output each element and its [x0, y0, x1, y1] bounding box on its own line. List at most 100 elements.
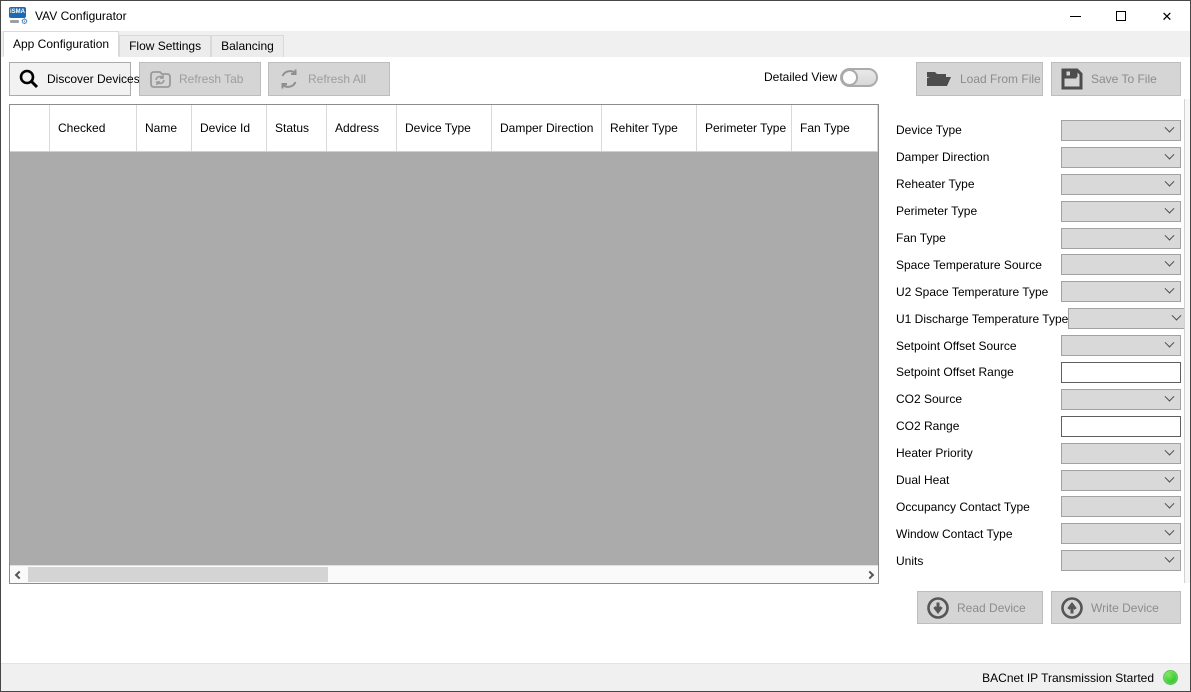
refresh-tab-label: Refresh Tab	[179, 72, 243, 86]
gear-icon: ⚙	[21, 18, 28, 26]
chevron-down-icon	[1165, 176, 1175, 186]
field-row-u2-space-temperature-type: U2 Space Temperature Type	[896, 278, 1181, 305]
units-dropdown[interactable]	[1061, 550, 1181, 571]
column-header-fan-type[interactable]: Fan Type	[792, 105, 878, 151]
column-header-status[interactable]: Status	[267, 105, 327, 151]
toggle-knob-icon	[841, 69, 858, 86]
u2-space-temperature-type-label: U2 Space Temperature Type	[896, 285, 1061, 299]
heater-priority-dropdown[interactable]	[1061, 443, 1181, 464]
field-row-setpoint-offset-range: Setpoint Offset Range	[896, 359, 1181, 386]
write-device-button[interactable]: Write Device	[1051, 591, 1181, 624]
window-controls: ✕	[1052, 1, 1190, 31]
setpoint-offset-range-input[interactable]	[1061, 362, 1181, 383]
chevron-down-icon	[1165, 257, 1175, 267]
search-icon	[18, 68, 40, 90]
refresh-all-icon	[277, 67, 301, 91]
scroll-right-button[interactable]	[861, 566, 878, 583]
chevron-down-icon	[1165, 472, 1175, 482]
u1-discharge-temperature-type-label: U1 Discharge Temperature Type	[896, 312, 1068, 326]
field-row-co2-source: CO2 Source	[896, 386, 1181, 413]
device-type-dropdown[interactable]	[1061, 120, 1181, 141]
discover-devices-button[interactable]: Discover Devices	[9, 62, 131, 96]
fan-type-label: Fan Type	[896, 231, 1061, 245]
app-icon-bar	[10, 20, 19, 23]
column-header-checked[interactable]: Checked	[50, 105, 137, 151]
close-icon: ✕	[1162, 10, 1173, 23]
column-header-name[interactable]: Name	[137, 105, 192, 151]
field-row-u1-discharge-temperature-type: U1 Discharge Temperature Type	[896, 305, 1181, 332]
occupancy-contact-type-dropdown[interactable]	[1061, 496, 1181, 517]
maximize-icon	[1116, 11, 1126, 21]
close-button[interactable]: ✕	[1144, 1, 1190, 31]
minimize-button[interactable]	[1052, 1, 1098, 31]
column-header-device-type[interactable]: Device Type	[397, 105, 492, 151]
discover-devices-label: Discover Devices	[47, 72, 140, 86]
column-header-device-id[interactable]: Device Id	[192, 105, 267, 151]
space-temperature-source-label: Space Temperature Source	[896, 258, 1061, 272]
reheater-type-dropdown[interactable]	[1061, 174, 1181, 195]
setpoint-offset-source-dropdown[interactable]	[1061, 335, 1181, 356]
horizontal-scrollbar[interactable]	[10, 565, 878, 583]
field-row-fan-type: Fan Type	[896, 225, 1181, 252]
chevron-down-icon	[1165, 553, 1175, 563]
perimeter-type-dropdown[interactable]	[1061, 201, 1181, 222]
co2-range-input[interactable]	[1061, 416, 1181, 437]
scrollbar-thumb[interactable]	[28, 567, 328, 582]
column-header-address[interactable]: Address	[327, 105, 397, 151]
chevron-left-icon	[14, 570, 22, 578]
column-header-perimeter-type[interactable]: Perimeter Type	[697, 105, 792, 151]
tab-app-configuration[interactable]: App Configuration	[3, 31, 119, 57]
tab-balancing[interactable]: Balancing	[211, 35, 284, 57]
u1-discharge-temperature-type-dropdown[interactable]	[1068, 308, 1188, 329]
status-ok-icon	[1163, 670, 1178, 685]
save-to-file-button[interactable]: Save To File	[1051, 62, 1181, 96]
u2-space-temperature-type-dropdown[interactable]	[1061, 281, 1181, 302]
save-icon	[1060, 68, 1084, 90]
dual-heat-label: Dual Heat	[896, 473, 1061, 487]
device-type-label: Device Type	[896, 123, 1061, 137]
refresh-tab-icon	[148, 69, 172, 89]
refresh-tab-button[interactable]: Refresh Tab	[139, 62, 261, 96]
field-row-dual-heat: Dual Heat	[896, 467, 1181, 494]
tab-flow-settings[interactable]: Flow Settings	[119, 35, 211, 57]
column-header-damper-direction[interactable]: Damper Direction	[492, 105, 602, 151]
properties-panel: Device Type Damper Direction Reheater Type…	[896, 117, 1181, 574]
load-from-file-button[interactable]: Load From File	[916, 62, 1043, 96]
read-device-button[interactable]: Read Device	[917, 591, 1043, 624]
window-contact-type-label: Window Contact Type	[896, 527, 1061, 541]
detailed-view-toggle[interactable]	[840, 68, 878, 87]
scrollbar-track[interactable]	[27, 566, 861, 583]
chevron-down-icon	[1165, 284, 1175, 294]
field-row-co2-range: CO2 Range	[896, 413, 1181, 440]
chevron-down-icon	[1165, 150, 1175, 160]
refresh-all-label: Refresh All	[308, 72, 366, 86]
space-temperature-source-dropdown[interactable]	[1061, 254, 1181, 275]
field-row-device-type: Device Type	[896, 117, 1181, 144]
field-row-heater-priority: Heater Priority	[896, 440, 1181, 467]
dual-heat-dropdown[interactable]	[1061, 470, 1181, 491]
refresh-all-button[interactable]: Refresh All	[268, 62, 390, 96]
field-row-reheater-type: Reheater Type	[896, 171, 1181, 198]
app-window: iSMA ⚙ VAV Configurator ✕ App Configurat…	[0, 0, 1191, 692]
damper-direction-dropdown[interactable]	[1061, 147, 1181, 168]
window-contact-type-dropdown[interactable]	[1061, 523, 1181, 544]
field-row-damper-direction: Damper Direction	[896, 144, 1181, 171]
setpoint-offset-range-label: Setpoint Offset Range	[896, 365, 1061, 379]
toolbar: Discover Devices Refresh Tab Refresh All…	[1, 57, 1190, 103]
window-title: VAV Configurator	[35, 9, 127, 23]
scroll-left-button[interactable]	[10, 566, 27, 583]
field-row-space-temperature-source: Space Temperature Source	[896, 251, 1181, 278]
app-icon: iSMA ⚙	[9, 7, 28, 25]
damper-direction-label: Damper Direction	[896, 150, 1061, 164]
maximize-button[interactable]	[1098, 1, 1144, 31]
chevron-down-icon	[1165, 392, 1175, 402]
co2-source-dropdown[interactable]	[1061, 389, 1181, 410]
fan-type-dropdown[interactable]	[1061, 228, 1181, 249]
chevron-down-icon	[1165, 338, 1175, 348]
column-header-row-select[interactable]	[10, 105, 50, 151]
chevron-down-icon	[1165, 230, 1175, 240]
vertical-scrollbar[interactable]	[1184, 99, 1190, 583]
column-header-rehiter-type[interactable]: Rehiter Type	[602, 105, 697, 151]
chevron-down-icon	[1165, 203, 1175, 213]
co2-source-label: CO2 Source	[896, 392, 1061, 406]
